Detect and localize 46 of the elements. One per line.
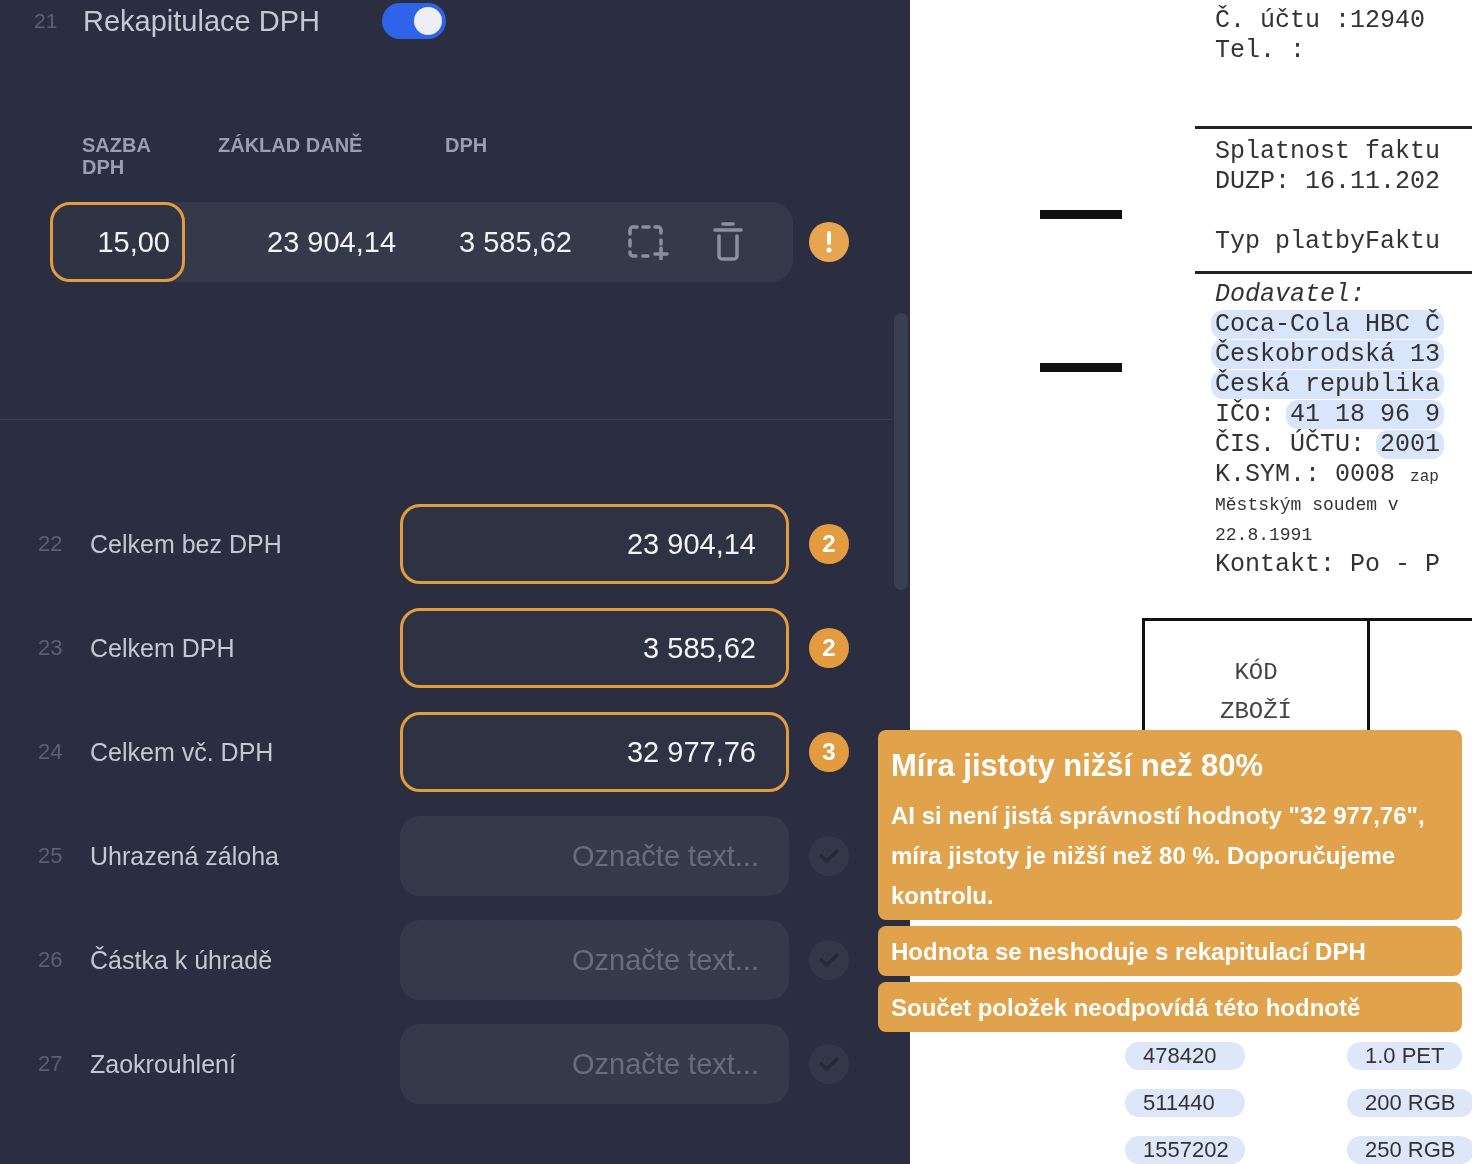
vat-value: 3 585,62 [459, 225, 573, 259]
highlighted-text[interactable]: Coca-Cola HBC Č [1211, 310, 1445, 339]
field-label: Celkem DPH [90, 633, 236, 663]
tooltip-message: Součet položek neodpovídá této hodnotě [878, 982, 1462, 1032]
field-label: Částka k úhradě [90, 945, 274, 975]
highlighted-text[interactable]: 2001 [1376, 430, 1445, 459]
input-field[interactable]: 3 585,62 [400, 608, 789, 688]
field-label: Uhrazená záloha [90, 841, 280, 871]
rate-field[interactable]: 15,00 [50, 202, 185, 282]
document-text: 22.8.1991 [1214, 524, 1314, 547]
tax-base-value: 23 904,14 [267, 225, 397, 259]
field-label: Zaokrouhlení [90, 1049, 237, 1079]
input-field[interactable]: 23 904,14 [400, 504, 789, 584]
document-text: Městským soudem v [1214, 494, 1400, 517]
highlighted-text[interactable]: 511440 [1125, 1089, 1245, 1117]
highlighted-text[interactable]: 200 RGB [1347, 1089, 1472, 1117]
column-header: DPH [445, 134, 488, 158]
toggle-switch[interactable] [382, 3, 446, 39]
document-text: zap [1410, 468, 1439, 486]
document-text: Typ platbyFaktu [1214, 227, 1442, 257]
section-title: Rekapitulace DPH [83, 4, 321, 38]
document-text: IČO: [1215, 400, 1275, 429]
highlighted-text[interactable]: 250 RGB [1347, 1136, 1472, 1164]
document-text: ČIS. ÚČTU: [1215, 430, 1366, 459]
tooltip-text: AI si není jistá správností hodnoty "32 977,76", míra jistoty je nižší než 80 %. Doporučujeme kontrolu. [891, 801, 1426, 911]
tooltip-message: Hodnota se neshoduje s rekapitulací DPH [878, 926, 1462, 976]
input-field[interactable]: 32 977,76 [400, 712, 789, 792]
select-area-icon[interactable] [627, 224, 671, 260]
document-text: Splatnost faktu [1214, 137, 1442, 167]
document-text: DUZP: 16.11.202 [1214, 167, 1442, 197]
field-label: Celkem vč. DPH [90, 737, 275, 767]
document-text: Tel. : [1214, 36, 1306, 66]
field-label: Celkem bez DPH [90, 529, 283, 559]
document-text: Dodavatel: [1214, 280, 1367, 310]
highlighted-text[interactable]: Českobrodská 13 [1211, 340, 1445, 369]
document-text: Kontakt: Po - P [1214, 550, 1442, 580]
highlighted-text[interactable]: 478420 [1125, 1042, 1245, 1070]
document-text: Č. účtu :12940 [1214, 6, 1427, 36]
column-header: SAZBA DPH [82, 134, 152, 180]
highlighted-text[interactable]: 1.0 PET [1347, 1042, 1463, 1070]
highlighted-text[interactable]: Česká republika [1211, 370, 1445, 399]
trash-icon[interactable] [713, 222, 743, 262]
highlighted-text[interactable]: 41 18 96 9 [1286, 400, 1445, 429]
highlighted-text[interactable]: 1557202 [1125, 1136, 1245, 1164]
column-header: ZÁKLAD DANĚ [218, 134, 364, 158]
document-text: K.SYM.: 0008 [1215, 460, 1396, 489]
